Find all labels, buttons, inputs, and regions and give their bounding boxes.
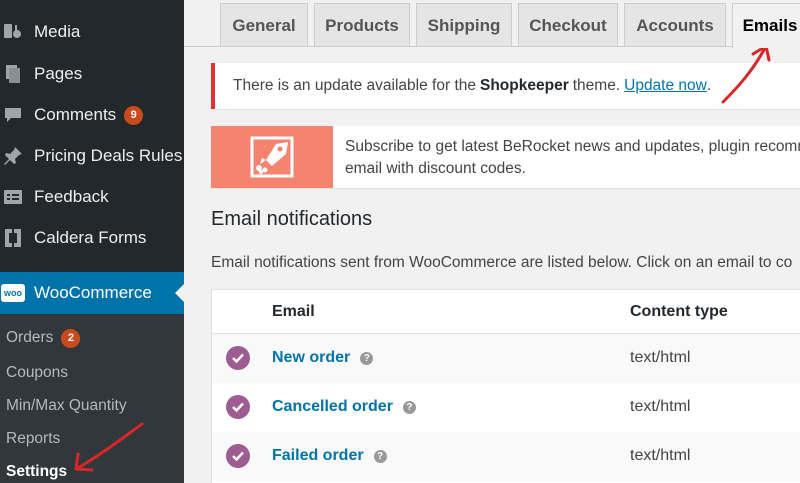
sidebar-item-woocommerce[interactable]: woo WooCommerce (0, 272, 184, 314)
notice-theme-name: Shopkeeper (480, 77, 569, 94)
caldera-icon (2, 227, 24, 249)
woocommerce-logo-icon: woo (1, 284, 25, 302)
submenu-item-label: Orders (6, 329, 54, 346)
email-link-cancelled-order[interactable]: Cancelled order? (272, 398, 416, 416)
column-header-content-type: Content type (630, 303, 728, 320)
help-tip-icon[interactable]: ? (373, 450, 387, 463)
admin-sidebar: Media Pages Comments 9 Pricing Deals Rul… (0, 0, 184, 483)
sidebar-item-comments[interactable]: Comments 9 (0, 95, 184, 135)
sidebar-item-label: Pages (34, 64, 83, 83)
sidebar-item-label: Pricing Deals Rules (34, 146, 183, 165)
rocket-icon (211, 126, 333, 188)
sidebar-item-label: Caldera Forms (34, 228, 147, 247)
sidebar-item-pages[interactable]: Pages (0, 54, 184, 94)
main-content: General Products Shipping Checkout Accou… (184, 0, 800, 483)
submenu-item-label: Reports (6, 430, 61, 447)
content-type-value: text/html (630, 447, 691, 464)
enabled-check-icon (226, 346, 250, 370)
tab-emails[interactable]: Emails (732, 3, 800, 48)
content-type-value: text/html (630, 398, 691, 415)
update-now-link[interactable]: Update now (624, 77, 707, 95)
section-description: Email notifications sent from WooCommerc… (211, 254, 793, 271)
pages-icon (2, 63, 24, 85)
table-row: New order? text/html (212, 334, 800, 383)
notice-text-suffix: theme. (572, 77, 621, 94)
promo-line-1: Subscribe to get latest BeRocket news an… (345, 138, 800, 155)
settings-tabs: General Products Shipping Checkout Accou… (184, 3, 800, 48)
help-tip-icon[interactable]: ? (360, 352, 374, 365)
tab-checkout[interactable]: Checkout (518, 3, 618, 47)
sidebar-item-label: Media (34, 22, 81, 41)
table-row: Cancelled order? text/html (212, 383, 800, 432)
feedback-icon (2, 186, 24, 208)
theme-update-notice: There is an update available for the Sho… (211, 63, 800, 109)
email-name: Failed order (272, 447, 364, 464)
woocommerce-submenu: Orders 2 Coupons Min/Max Quantity Report… (0, 314, 184, 483)
comments-icon (2, 104, 24, 126)
orders-count-badge: 2 (61, 328, 81, 348)
media-icon (2, 21, 24, 43)
submenu-item-coupons[interactable]: Coupons (6, 360, 68, 386)
promo-line-2: email with discount codes. (345, 160, 526, 177)
submenu-item-label: Min/Max Quantity (6, 397, 127, 414)
tab-accounts[interactable]: Accounts (624, 3, 726, 47)
promo-text: Subscribe to get latest BeRocket news an… (345, 136, 800, 180)
submenu-item-orders[interactable]: Orders 2 (6, 325, 81, 351)
notice-period: . (706, 77, 712, 94)
email-link-failed-order[interactable]: Failed order? (272, 447, 387, 465)
sidebar-item-label: WooCommerce (34, 283, 152, 302)
submenu-item-min-max-quantity[interactable]: Min/Max Quantity (6, 393, 127, 419)
submenu-item-reports[interactable]: Reports (6, 426, 60, 452)
sidebar-item-caldera-forms[interactable]: Caldera Forms (0, 218, 184, 258)
tab-products[interactable]: Products (314, 3, 410, 47)
comments-count-badge: 9 (124, 105, 144, 125)
sidebar-item-pricing-deals-rules[interactable]: Pricing Deals Rules (0, 136, 184, 176)
sidebar-item-label: Comments (34, 105, 117, 124)
submenu-item-label: Coupons (6, 364, 69, 381)
help-tip-icon[interactable]: ? (402, 401, 416, 414)
email-notifications-table: Email Content type New order? text/html … (211, 289, 800, 483)
table-row: Failed order? text/html (212, 432, 800, 481)
enabled-check-icon (226, 395, 250, 419)
content-type-value: text/html (630, 349, 691, 366)
column-header-email: Email (272, 303, 315, 320)
tab-shipping[interactable]: Shipping (416, 3, 512, 47)
sidebar-item-feedback[interactable]: Feedback (0, 177, 184, 217)
submenu-item-settings[interactable]: Settings (6, 459, 67, 483)
tab-general[interactable]: General (220, 3, 308, 47)
section-title: Email notifications (211, 208, 373, 230)
enabled-check-icon (226, 444, 250, 468)
pin-icon (2, 145, 24, 167)
email-link-new-order[interactable]: New order? (272, 349, 374, 367)
berocket-promo-banner: Subscribe to get latest BeRocket news an… (211, 126, 800, 188)
email-name: New order (272, 349, 351, 366)
sidebar-item-media[interactable]: Media (0, 12, 184, 52)
sidebar-item-label: Feedback (34, 187, 109, 206)
notice-text: There is an update available for the (233, 77, 476, 94)
email-name: Cancelled order (272, 398, 393, 415)
submenu-item-label: Settings (6, 463, 68, 480)
